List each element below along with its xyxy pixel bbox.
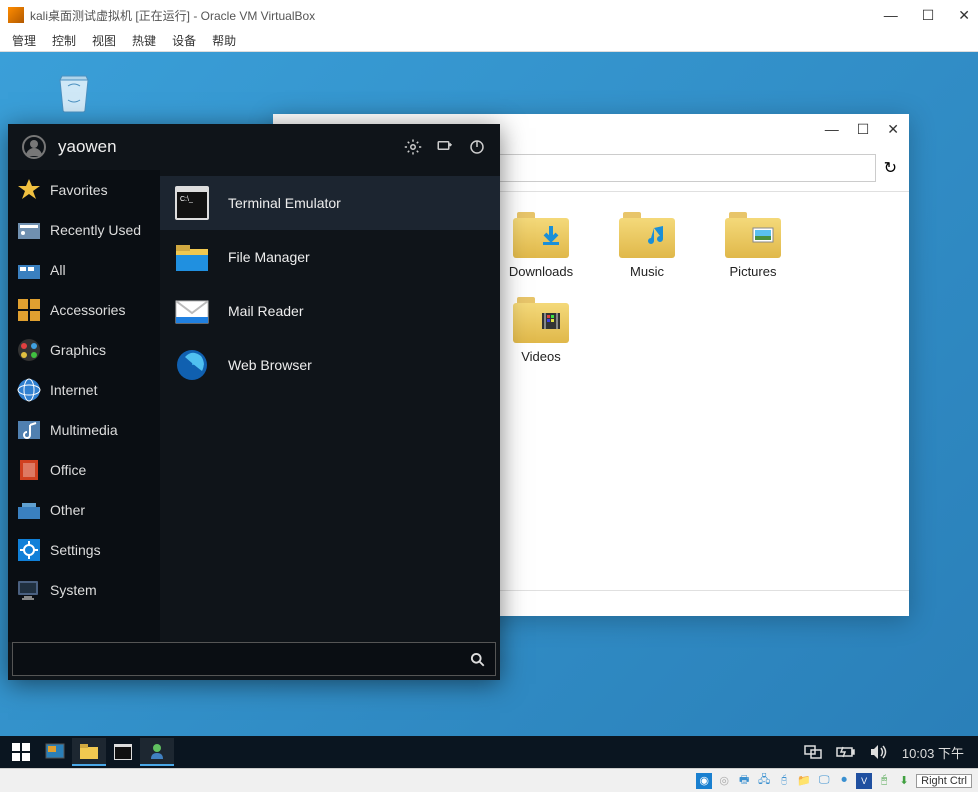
window-title: kali桌面测试虚拟机 [正在运行] - Oracle VM VirtualBo… [30,7,315,24]
taskbar: 10:03 下午 [0,736,978,768]
taskbar-file-manager[interactable] [72,738,106,766]
category-favorites[interactable]: Favorites [8,170,160,210]
virtualbox-titlebar: kali桌面测试虚拟机 [正在运行] - Oracle VM VirtualBo… [0,0,978,30]
folder-pictures[interactable]: Pictures [709,212,797,279]
vbox-cpu-icon[interactable]: V [856,773,872,789]
settings-gear-icon[interactable] [404,138,422,156]
start-menu-header: yaowen [8,124,500,170]
network-icon[interactable] [804,744,822,760]
app-mail-reader[interactable]: Mail Reader [160,284,500,338]
menu-view[interactable]: 视图 [92,32,116,49]
desktop-icon-recycle-bin[interactable] [50,70,98,130]
app-terminal-emulator[interactable]: C:\_ Terminal Emulator [160,176,500,230]
vbox-optical-icon[interactable]: ◎ [716,773,732,789]
menu-devices[interactable]: 设备 [172,32,196,49]
host-key-indicator[interactable]: Right Ctrl [916,774,972,788]
svg-text:C:\_: C:\_ [180,196,193,203]
power-icon[interactable] [468,138,486,156]
category-other[interactable]: Other [8,490,160,530]
category-settings[interactable]: Settings [8,530,160,570]
folder-videos[interactable]: Videos [497,297,585,364]
lock-screen-icon[interactable] [436,138,454,156]
fm-close-button[interactable]: ✕ [887,121,899,138]
category-graphics[interactable]: Graphics [8,330,160,370]
maximize-button[interactable]: ☐ [922,7,935,24]
guest-desktop: - File Manager — ☐ ✕ wen/ ↻ op A Documen… [0,52,978,768]
vbox-audio-icon[interactable]: 🖶 [736,773,752,789]
battery-icon[interactable] [836,745,856,759]
category-multimedia[interactable]: Multimedia [8,410,160,450]
search-input[interactable] [13,652,460,667]
folder-downloads[interactable]: Downloads [497,212,585,279]
fm-minimize-button[interactable]: — [825,121,839,138]
volume-icon[interactable] [870,744,888,760]
close-button[interactable]: ✕ [958,7,970,24]
taskbar-show-desktop[interactable] [38,738,72,766]
category-system[interactable]: System [8,570,160,610]
start-menu-search[interactable] [12,642,496,676]
folder-music[interactable]: Music [603,212,691,279]
vbox-keyboard-icon[interactable]: ⬇ [896,773,912,789]
category-office[interactable]: Office [8,450,160,490]
virtualbox-icon [8,7,24,23]
recycle-bin-icon [54,70,94,114]
start-button[interactable] [4,738,38,766]
search-icon[interactable] [460,652,495,667]
menu-hotkeys[interactable]: 热键 [132,32,156,49]
start-menu-categories: Favorites Recently Used All Accessories … [8,170,160,642]
vbox-display-icon[interactable]: 🖵 [816,773,832,789]
window-controls: — ☐ ✕ [884,7,970,24]
menu-control[interactable]: 控制 [52,32,76,49]
username-label: yaowen [58,137,117,157]
taskbar-user-app[interactable] [140,738,174,766]
start-menu-apps: C:\_ Terminal Emulator File Manager Mail… [160,170,500,642]
vbox-usb-icon[interactable]: 🖯 [776,773,792,789]
fm-maximize-button[interactable]: ☐ [857,121,870,138]
menu-help[interactable]: 帮助 [212,32,236,49]
virtualbox-statusbar: ◉ ◎ 🖶 🖧 🖯 📁 🖵 ⏺ V 🖰 ⬇ Right Ctrl [0,768,978,792]
app-web-browser[interactable]: Web Browser [160,338,500,392]
minimize-button[interactable]: — [884,7,898,24]
vbox-shared-folders-icon[interactable]: 📁 [796,773,812,789]
vbox-recording-icon[interactable]: ⏺ [836,773,852,789]
vbox-hdd-icon[interactable]: ◉ [696,773,712,789]
category-recently-used[interactable]: Recently Used [8,210,160,250]
user-avatar-icon[interactable] [22,135,46,159]
menu-manage[interactable]: 管理 [12,32,36,49]
vbox-network-icon[interactable]: 🖧 [756,773,772,789]
clock[interactable]: 10:03 下午 [902,743,964,762]
system-tray: 10:03 下午 [804,743,974,762]
start-menu: yaowen Favorites Recently Used All Acces… [8,124,500,680]
category-internet[interactable]: Internet [8,370,160,410]
category-all[interactable]: All [8,250,160,290]
vbox-mouse-icon[interactable]: 🖰 [876,773,892,789]
app-file-manager[interactable]: File Manager [160,230,500,284]
virtualbox-menubar: 管理 控制 视图 热键 设备 帮助 [0,30,978,52]
taskbar-terminal[interactable] [106,738,140,766]
category-accessories[interactable]: Accessories [8,290,160,330]
reload-icon[interactable]: ↻ [884,158,897,178]
